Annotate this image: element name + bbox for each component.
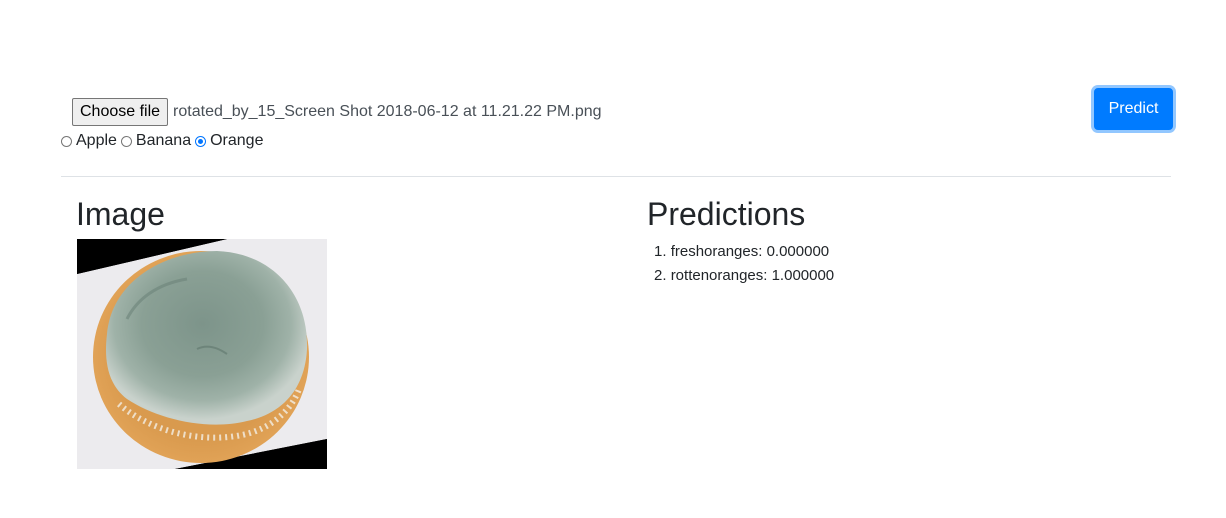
file-upload-row: Choose file rotated_by_15_Screen Shot 20…	[72, 97, 602, 127]
divider	[61, 176, 1171, 177]
prediction-number: 1.	[654, 243, 667, 260]
selected-file-name: rotated_by_15_Screen Shot 2018-06-12 at …	[173, 103, 602, 120]
prediction-item: 2. rottenoranges: 1.000000	[654, 264, 834, 288]
radio-banana[interactable]: Banana	[120, 132, 192, 150]
page: Choose file rotated_by_15_Screen Shot 20…	[0, 0, 1226, 518]
choose-file-button[interactable]: Choose file	[72, 98, 169, 126]
predict-button[interactable]: Predict	[1094, 88, 1173, 130]
radio-orange-label: Orange	[210, 132, 264, 149]
radio-apple-label: Apple	[76, 132, 117, 149]
radio-banana-label: Banana	[135, 132, 192, 149]
image-heading: Image	[76, 196, 165, 232]
prediction-text: freshoranges: 0.000000	[670, 243, 830, 260]
fruit-radio-group: Apple Banana Orange	[61, 130, 267, 152]
prediction-text: rottenoranges: 1.000000	[670, 267, 835, 284]
radio-banana-circle[interactable]	[120, 135, 132, 147]
radio-orange[interactable]: Orange	[195, 132, 263, 150]
radio-orange-circle[interactable]	[195, 135, 207, 147]
radio-apple-circle[interactable]	[61, 135, 72, 147]
uploaded-image-preview	[77, 239, 327, 469]
predictions-list: 1. freshoranges: 0.000000 2. rottenorang…	[654, 240, 834, 288]
moldy-orange-image	[77, 239, 327, 469]
predictions-heading: Predictions	[647, 196, 806, 232]
prediction-item: 1. freshoranges: 0.000000	[654, 240, 834, 264]
prediction-number: 2.	[654, 267, 667, 284]
radio-apple[interactable]: Apple	[61, 132, 117, 150]
